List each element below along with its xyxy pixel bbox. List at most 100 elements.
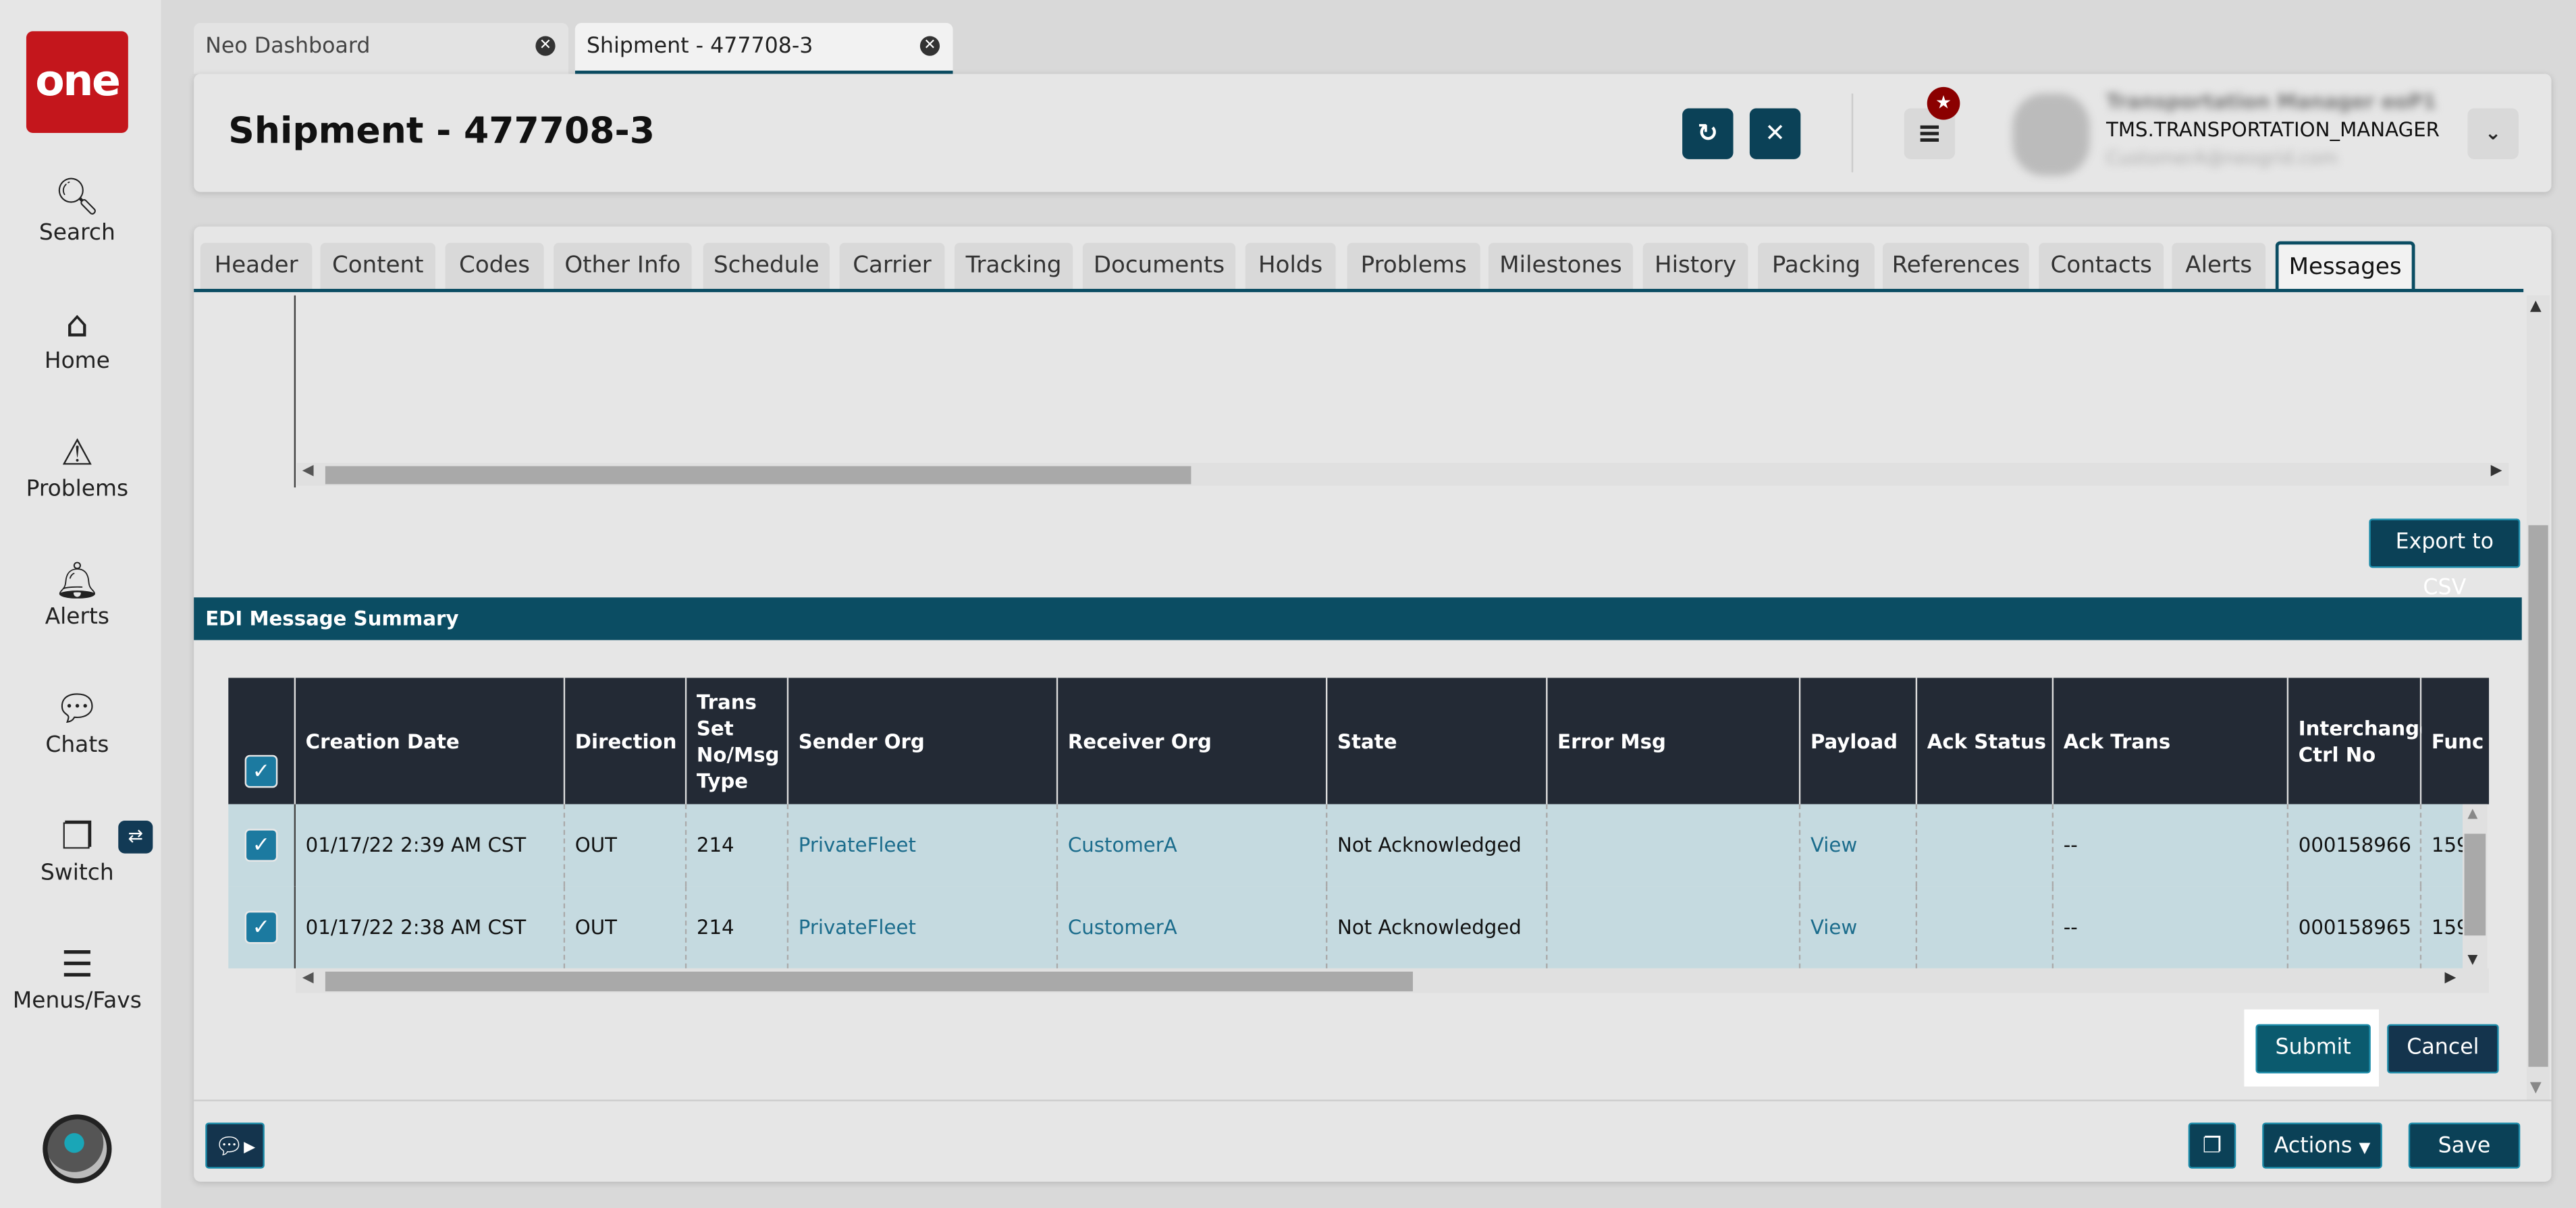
- bell-icon: 🔔︎: [54, 561, 101, 603]
- tab-holds[interactable]: Holds: [1245, 242, 1336, 291]
- label: Menus/Favs: [12, 988, 142, 1014]
- cell-text: Not Acknowledged: [1337, 916, 1522, 939]
- column-header[interactable]: Direction: [565, 678, 687, 804]
- actions-dropdown-button[interactable]: Actions ▼: [2262, 1122, 2382, 1169]
- column-header[interactable]: Trans Set No/Msg Type: [687, 678, 789, 804]
- select-all-checkbox[interactable]: ✓: [244, 754, 278, 788]
- close-icon[interactable]: ✕: [919, 36, 940, 56]
- scrollbar-thumb[interactable]: [325, 466, 1191, 485]
- column-header[interactable]: Receiver Org: [1058, 678, 1328, 804]
- scrollbar-thumb[interactable]: [325, 971, 1413, 991]
- column-header[interactable]: Interchange Ctrl No: [2288, 678, 2433, 804]
- table-vertical-scrollbar[interactable]: ▲ ▼: [2463, 804, 2488, 968]
- cell-link[interactable]: CustomerA: [1068, 833, 1177, 856]
- scroll-right-icon[interactable]: ▶: [2445, 970, 2457, 986]
- tab-content[interactable]: Content: [320, 242, 435, 291]
- user-dropdown-button[interactable]: ⌄: [2467, 108, 2519, 159]
- scroll-down-icon[interactable]: ▼: [2530, 1080, 2542, 1096]
- favorite-star-icon[interactable]: ★: [1927, 86, 1960, 120]
- horizontal-scrollbar[interactable]: ◀ ▶: [296, 462, 2509, 486]
- row-checkbox[interactable]: ✓: [244, 829, 278, 862]
- tab-milestones[interactable]: Milestones: [1488, 242, 1634, 291]
- table-cell[interactable]: PrivateFleet: [788, 886, 1058, 968]
- scroll-up-icon[interactable]: ▲: [2530, 299, 2542, 315]
- warning-icon: ⚠: [61, 433, 94, 474]
- cell-link[interactable]: PrivateFleet: [799, 833, 916, 856]
- scrollbar-thumb[interactable]: [2464, 833, 2486, 936]
- save-button[interactable]: Save: [2408, 1122, 2521, 1169]
- sidebar-item-chats[interactable]: 💬︎ Chats: [0, 689, 155, 758]
- brand-logo[interactable]: one: [26, 31, 128, 133]
- cell-link[interactable]: View: [1810, 833, 1857, 856]
- column-header[interactable]: Ack Trans: [2054, 678, 2289, 804]
- export-csv-button[interactable]: Export to CSV: [2369, 518, 2521, 601]
- tab-problems[interactable]: Problems: [1347, 242, 1480, 291]
- table-horizontal-scrollbar[interactable]: ◀ ▶: [296, 968, 2490, 993]
- copy-button[interactable]: ❐: [2188, 1122, 2236, 1169]
- caret-down-icon: ▼: [2359, 1141, 2371, 1157]
- close-button[interactable]: ✕: [1749, 108, 1801, 159]
- table-cell: 159: [2421, 886, 2463, 968]
- tab-history[interactable]: History: [1642, 242, 1748, 291]
- table-cell[interactable]: PrivateFleet: [788, 804, 1058, 887]
- browser-tab-neo-dashboard[interactable]: Neo Dashboard ✕: [194, 23, 569, 74]
- cell-text: 159: [2431, 833, 2463, 857]
- cell-link[interactable]: View: [1810, 916, 1857, 939]
- table-cell[interactable]: View: [1800, 804, 1918, 887]
- sidebar-item-alerts[interactable]: 🔔︎ Alerts: [0, 561, 155, 630]
- row-checkbox-cell: ✓: [228, 804, 296, 887]
- column-header[interactable]: Error Msg: [1547, 678, 1801, 804]
- user-email: CustomerA@neogrid.com: [2106, 147, 2338, 169]
- column-header[interactable]: Payload: [1800, 678, 1918, 804]
- sidebar-item-search[interactable]: 🔍︎ Search: [0, 177, 155, 246]
- sidebar-item-home[interactable]: ⌂ Home: [0, 305, 155, 374]
- menu-icon: ☰: [61, 945, 94, 987]
- tab-codes[interactable]: Codes: [445, 242, 544, 291]
- column-header[interactable]: Sender Org: [788, 678, 1058, 804]
- close-icon[interactable]: ✕: [535, 36, 556, 56]
- refresh-button[interactable]: ↻: [1682, 108, 1734, 159]
- cell-link[interactable]: PrivateFleet: [799, 916, 916, 939]
- tab-messages[interactable]: Messages: [2275, 241, 2415, 290]
- tab-packing[interactable]: Packing: [1758, 242, 1875, 291]
- table-cell: 214: [687, 804, 789, 887]
- scroll-up-icon[interactable]: ▲: [2467, 806, 2477, 821]
- table-cell[interactable]: View: [1800, 886, 1918, 968]
- tab-other-info[interactable]: Other Info: [554, 242, 692, 291]
- submit-button[interactable]: Submit: [2255, 1024, 2371, 1074]
- sidebar-item-menus[interactable]: ☰ Menus/Favs: [0, 945, 155, 1014]
- column-header[interactable]: Func Ctrl No: [2421, 678, 2490, 804]
- table-cell: OUT: [565, 804, 687, 887]
- column-header[interactable]: Ack Status: [1917, 678, 2054, 804]
- copy-icon: ❐: [2202, 1134, 2222, 1159]
- cell-link[interactable]: CustomerA: [1068, 916, 1177, 939]
- column-header[interactable]: Creation Date: [296, 678, 566, 804]
- assistant-avatar[interactable]: [43, 1114, 112, 1184]
- cell-text: --: [2063, 833, 2078, 857]
- tab-documents[interactable]: Documents: [1082, 242, 1236, 291]
- browser-tab-shipment[interactable]: Shipment - 477708-3 ✕: [574, 23, 953, 74]
- scroll-down-icon[interactable]: ▼: [2467, 952, 2477, 967]
- cell-text: 000158965: [2298, 916, 2411, 939]
- tab-references[interactable]: References: [1883, 242, 2029, 291]
- table-cell[interactable]: CustomerA: [1058, 886, 1328, 968]
- chat-send-button[interactable]: 💬︎▸: [205, 1122, 265, 1169]
- scrollbar-thumb[interactable]: [2528, 525, 2548, 1067]
- select-all-checkbox-cell: ✓: [228, 678, 296, 804]
- cell-text: Not Acknowledged: [1337, 833, 1522, 857]
- tab-tracking[interactable]: Tracking: [954, 242, 1073, 291]
- scroll-left-icon[interactable]: ◀: [302, 970, 314, 986]
- tab-header[interactable]: Header: [200, 242, 313, 291]
- table-cell[interactable]: CustomerA: [1058, 804, 1328, 887]
- scroll-right-icon[interactable]: ▶: [2491, 463, 2502, 479]
- tab-carrier[interactable]: Carrier: [839, 242, 945, 291]
- cancel-button[interactable]: Cancel: [2387, 1024, 2499, 1074]
- row-checkbox[interactable]: ✓: [244, 910, 278, 944]
- scroll-left-icon[interactable]: ◀: [302, 463, 314, 479]
- tab-alerts[interactable]: Alerts: [2172, 242, 2266, 291]
- vertical-scrollbar[interactable]: ▲ ▼: [2527, 295, 2550, 1100]
- tab-contacts[interactable]: Contacts: [2039, 242, 2164, 291]
- tab-schedule[interactable]: Schedule: [703, 242, 830, 291]
- column-header[interactable]: State: [1327, 678, 1548, 804]
- sidebar-item-problems[interactable]: ⚠ Problems: [0, 433, 155, 502]
